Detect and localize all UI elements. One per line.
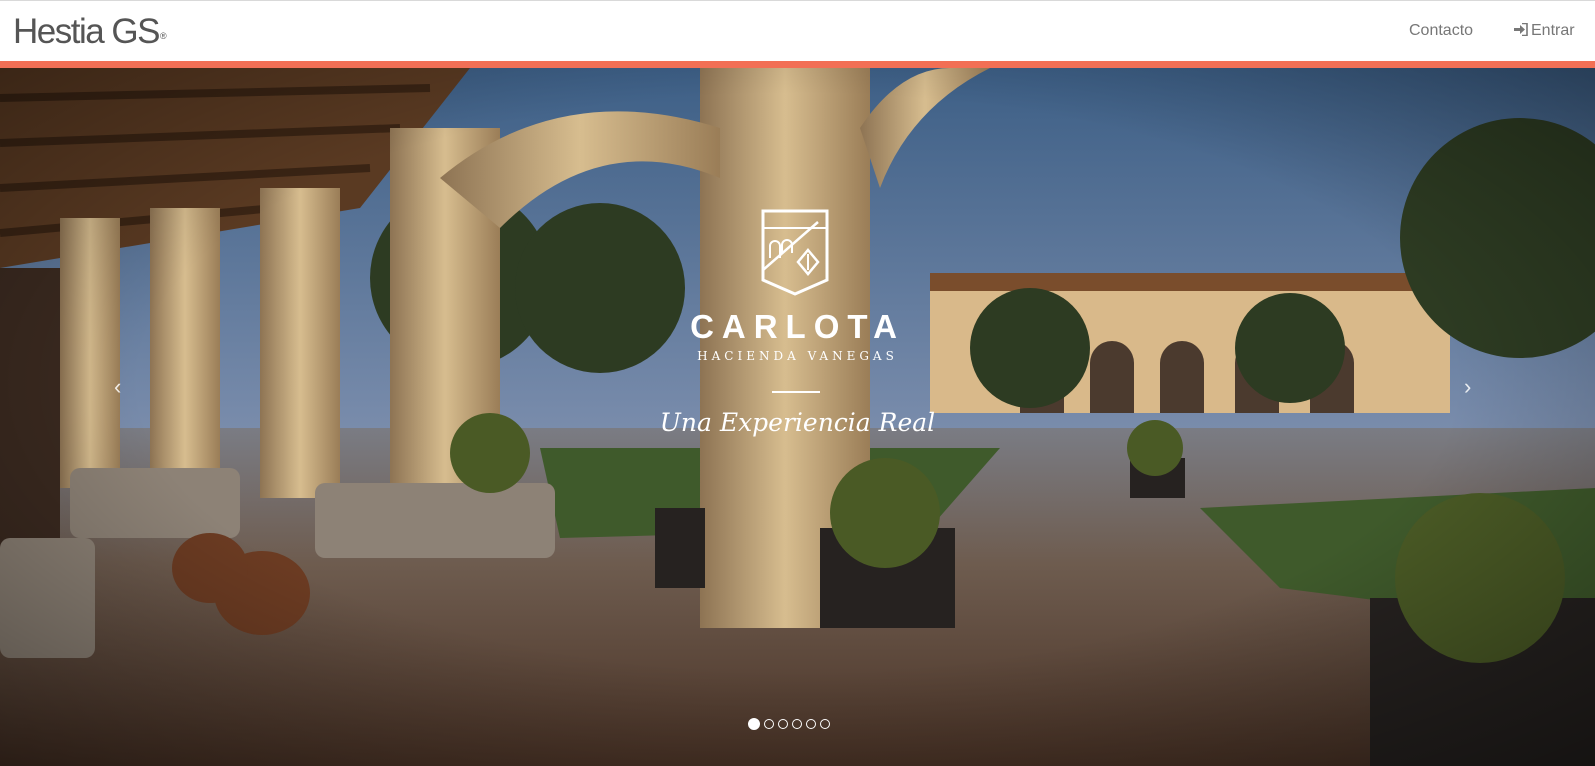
carousel-prev-button[interactable]: ‹ (114, 374, 121, 400)
hero-carousel: CARLOTA HACIENDA VANEGAS Una Experiencia… (0, 68, 1595, 766)
registered-mark: ® (160, 31, 167, 41)
sign-in-icon (1514, 23, 1528, 36)
carousel-indicator[interactable] (778, 719, 788, 729)
brand-subtitle: HACIENDA VANEGAS (697, 349, 898, 363)
brand-name: CARLOTA (690, 308, 905, 345)
nav-contact-link[interactable]: Contacto (1409, 22, 1473, 40)
carousel-next-button[interactable]: › (1464, 374, 1471, 400)
nav-login-label: Entrar (1531, 22, 1575, 39)
brand-divider (772, 391, 820, 393)
site-logo[interactable]: Hestia GS® (13, 12, 167, 52)
carousel-indicators (748, 718, 830, 733)
carousel-indicator[interactable] (764, 719, 774, 729)
carousel-indicator[interactable] (806, 719, 816, 729)
hero-caption: CARLOTA HACIENDA VANEGAS Una Experiencia… (0, 68, 1595, 766)
carlota-crest-icon (761, 209, 829, 296)
nav-login-link[interactable]: Entrar (1513, 22, 1575, 40)
accent-bar (0, 61, 1595, 68)
top-navbar: Hestia GS® Contacto Entrar (0, 0, 1595, 61)
carousel-indicator[interactable] (820, 719, 830, 729)
hero-tagline: Una Experiencia Real (659, 408, 936, 437)
carousel-indicator[interactable] (748, 718, 760, 730)
carousel-indicator[interactable] (792, 719, 802, 729)
logo-text: Hestia GS (13, 12, 161, 51)
